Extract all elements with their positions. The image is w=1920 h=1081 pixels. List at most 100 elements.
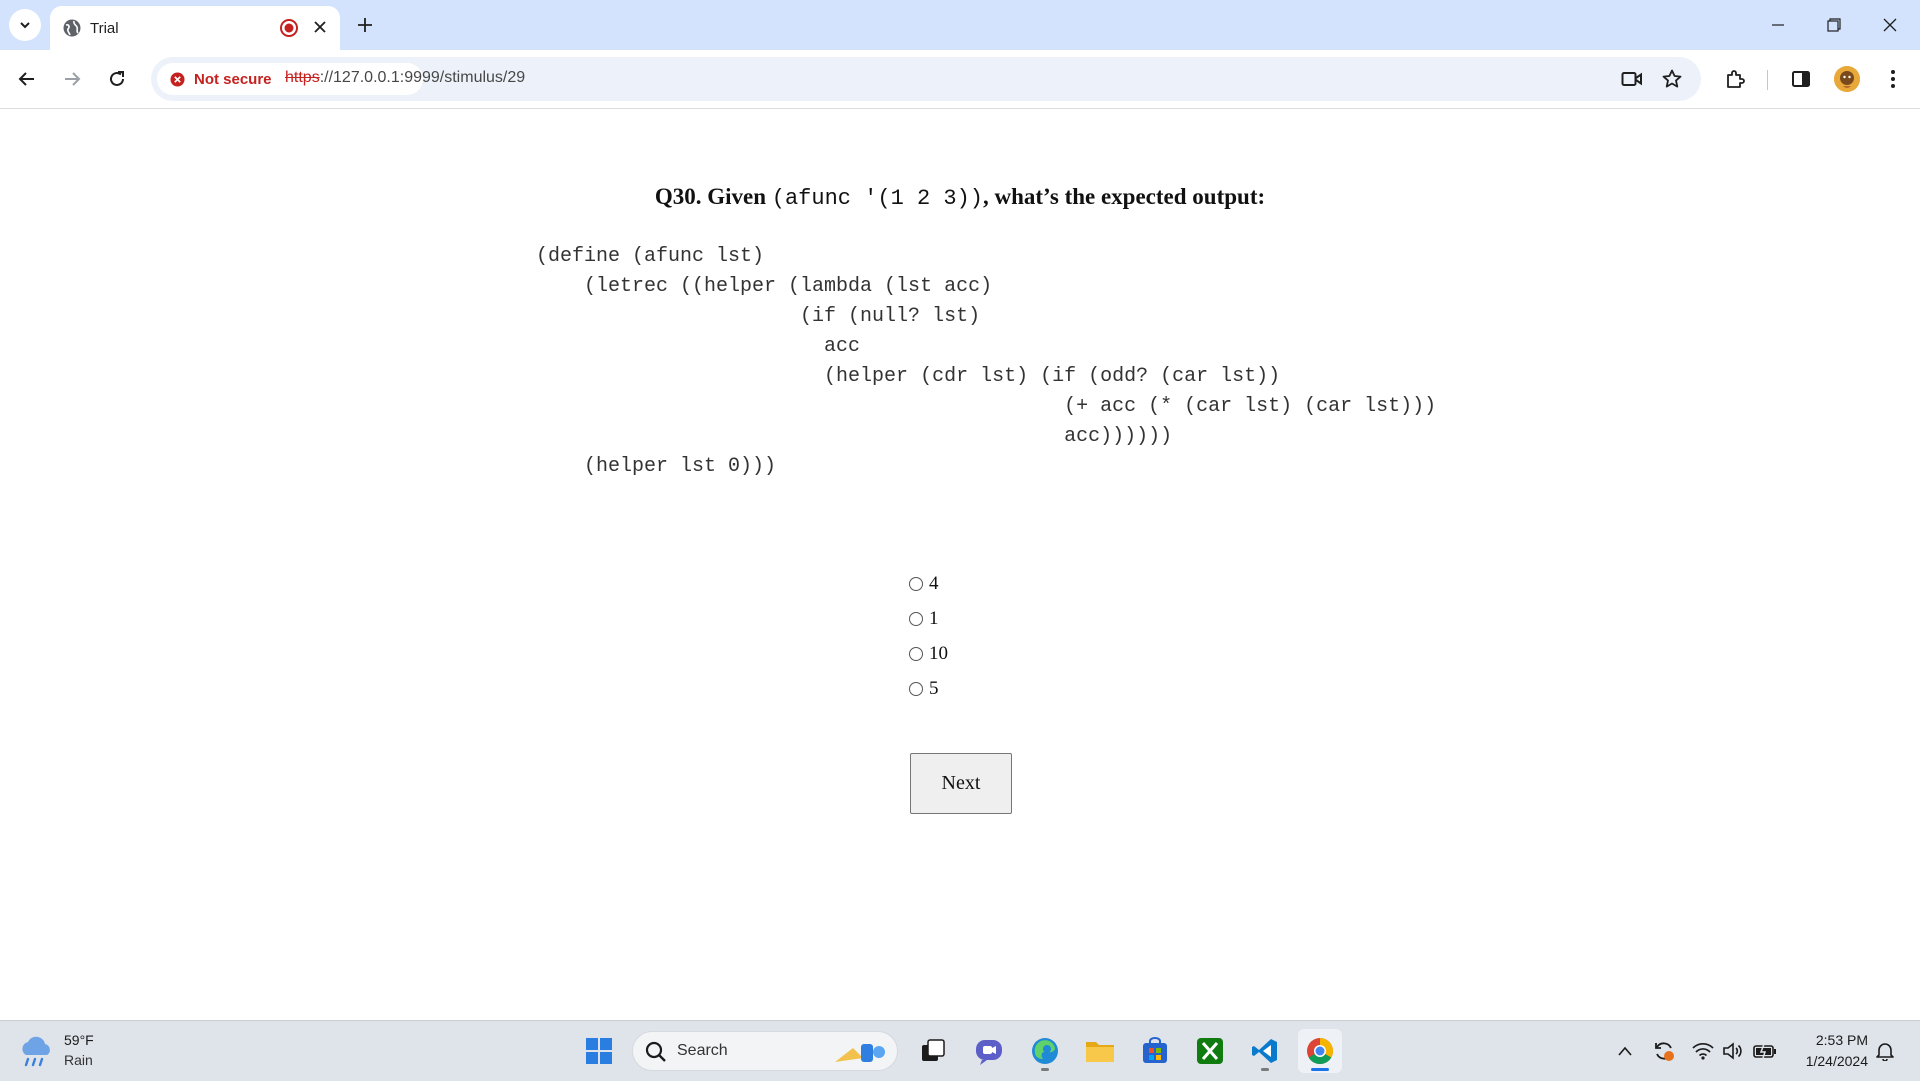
folder-icon (1086, 1042, 1114, 1062)
answer-option[interactable]: 4 (909, 566, 948, 601)
taskbar-search[interactable]: Search (632, 1031, 898, 1071)
minimize-button[interactable] (1750, 0, 1806, 50)
running-indicator (1041, 1068, 1049, 1071)
address-bar[interactable]: Not secure https://127.0.0.1:9999/stimul… (151, 57, 1701, 101)
windows-start-icon (586, 1038, 612, 1064)
taskbar-file-explorer[interactable] (1078, 1029, 1122, 1073)
active-indicator (1311, 1068, 1329, 1071)
chevron-up-icon (1618, 1046, 1632, 1056)
show-hidden-icons-button[interactable] (1613, 1039, 1637, 1063)
video-camera-icon (1621, 72, 1642, 86)
chat-icon (976, 1040, 1002, 1065)
code-line: (helper (cdr lst) (if (odd? (car lst)) (536, 365, 1281, 388)
taskbar-vscode[interactable] (1243, 1029, 1287, 1073)
camera-button[interactable] (1617, 64, 1647, 94)
weather-widget[interactable]: 59°F Rain (18, 1031, 158, 1073)
start-button[interactable] (577, 1029, 621, 1073)
code-line: (define (afunc lst) (536, 245, 765, 268)
url-path: ://127.0.0.1:9999/stimulus/29 (319, 69, 526, 86)
star-icon (1662, 69, 1682, 88)
avatar-icon (1834, 66, 1860, 92)
answer-options: 4 1 10 5 (909, 566, 948, 706)
store-icon (1143, 1037, 1167, 1063)
sync-icon (1655, 1042, 1674, 1061)
code-line: (+ acc (* (car lst) (car lst))) (536, 395, 1437, 418)
option-label: 1 (929, 607, 939, 629)
browser-tab[interactable]: Trial (50, 6, 340, 50)
bookmark-button[interactable] (1657, 64, 1687, 94)
globe-icon (63, 19, 81, 37)
wifi-button[interactable] (1691, 1039, 1715, 1063)
question-heading: Q30. Given (afunc '(1 2 3)), what’s the … (0, 184, 1920, 211)
question-code: (afunc '(1 2 3)) (771, 186, 983, 211)
chrome-icon (1307, 1038, 1334, 1065)
taskbar-edge[interactable] (1023, 1029, 1067, 1073)
option-label: 4 (929, 572, 939, 594)
tab-close-button[interactable] (309, 16, 331, 38)
plus-icon (358, 18, 372, 32)
clock-time: 2:53 PM (1815, 1032, 1868, 1048)
close-icon (314, 21, 326, 33)
next-button[interactable]: Next (910, 753, 1012, 814)
tab-strip: Trial (0, 0, 1920, 50)
search-label: Search (677, 1042, 728, 1059)
tab-search-button[interactable] (9, 9, 41, 41)
radio-button[interactable] (909, 576, 923, 591)
option-label: 10 (929, 642, 948, 664)
option-label: 5 (929, 677, 939, 699)
window-close-button[interactable] (1862, 0, 1918, 50)
radio-button[interactable] (909, 611, 923, 626)
code-line: (if (null? lst) (536, 305, 981, 328)
rain-cloud-icon (22, 1036, 50, 1067)
minimize-icon (1772, 24, 1784, 26)
url-scheme: https (285, 69, 320, 86)
search-icon (645, 1041, 666, 1062)
radio-button[interactable] (909, 646, 923, 661)
new-tab-button[interactable] (350, 10, 380, 40)
task-view-icon (922, 1039, 945, 1061)
close-icon (1883, 18, 1897, 32)
browser-menu-button[interactable] (1876, 62, 1910, 96)
radio-button[interactable] (909, 681, 923, 696)
code-block: (define (afunc lst) (letrec ((helper (la… (536, 242, 1436, 482)
forward-button[interactable] (55, 62, 89, 96)
code-line: (helper lst 0))) (536, 455, 777, 478)
bell-icon (1876, 1043, 1894, 1061)
restore-button[interactable] (1806, 0, 1862, 50)
answer-option[interactable]: 1 (909, 601, 948, 636)
url-text[interactable]: https://127.0.0.1:9999/stimulus/29 (285, 69, 525, 87)
record-icon (280, 19, 298, 37)
running-indicator (1261, 1068, 1269, 1071)
volume-icon (1723, 1042, 1742, 1060)
battery-button[interactable] (1753, 1039, 1777, 1063)
notifications-button[interactable] (1873, 1039, 1897, 1063)
weather-temperature: 59°F (64, 1032, 94, 1048)
answer-option[interactable]: 5 (909, 671, 948, 706)
xbox-icon (1197, 1038, 1223, 1064)
clock-date: 1/24/2024 (1805, 1053, 1868, 1069)
security-label: Not secure (194, 71, 272, 88)
sync-status-button[interactable] (1652, 1039, 1676, 1063)
restore-icon (1827, 18, 1841, 32)
volume-button[interactable] (1721, 1039, 1745, 1063)
side-panel-icon (1792, 71, 1810, 87)
system-clock[interactable]: 2:53 PM 1/24/2024 (1788, 1030, 1868, 1072)
taskbar-task-view[interactable] (911, 1029, 955, 1073)
arrow-left-icon (18, 72, 34, 86)
error-icon (170, 72, 185, 87)
taskbar-store[interactable] (1133, 1029, 1177, 1073)
chevron-down-icon (20, 22, 30, 29)
question-prefix: Q30. Given (654, 184, 772, 209)
taskbar-chat[interactable] (967, 1029, 1011, 1073)
taskbar-chrome[interactable] (1298, 1029, 1342, 1073)
reload-button[interactable] (100, 62, 134, 96)
reload-icon (110, 71, 124, 86)
search-highlight-icon (835, 1044, 885, 1062)
back-button[interactable] (10, 62, 44, 96)
side-panel-button[interactable] (1784, 62, 1818, 96)
extensions-button[interactable] (1718, 62, 1752, 96)
taskbar-xbox[interactable] (1188, 1029, 1232, 1073)
profile-avatar[interactable] (1834, 66, 1860, 92)
answer-option[interactable]: 10 (909, 636, 948, 671)
browser-toolbar: Not secure https://127.0.0.1:9999/stimul… (0, 50, 1920, 109)
